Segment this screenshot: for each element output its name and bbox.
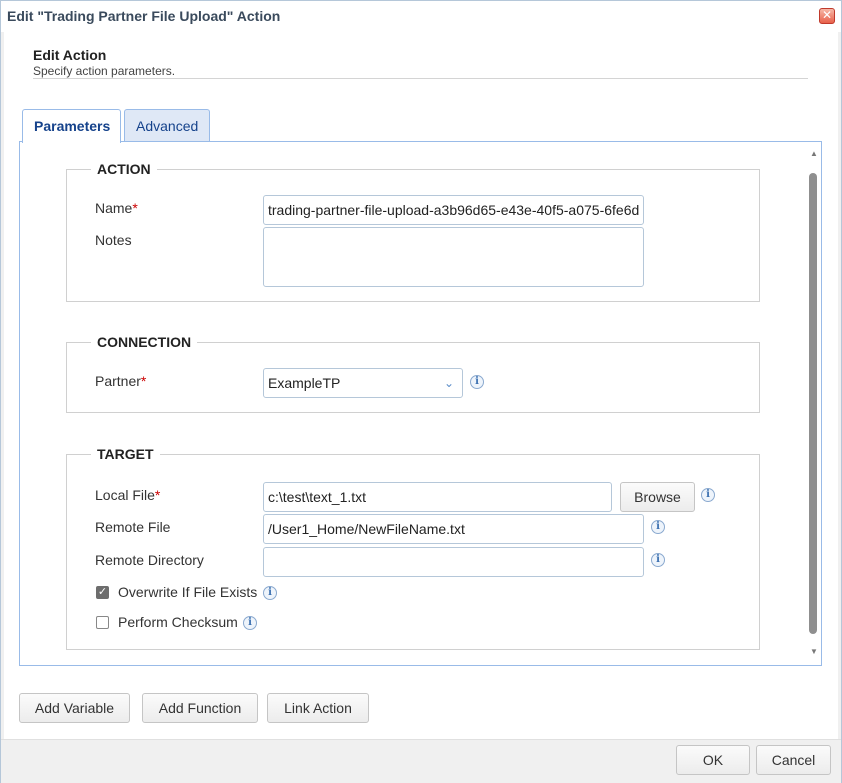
overwrite-checkbox[interactable]: ✓ (96, 586, 109, 599)
remote-file-label: Remote File (95, 519, 171, 535)
edit-action-dialog: Edit "Trading Partner File Upload" Actio… (0, 0, 842, 783)
info-icon[interactable]: i (263, 586, 277, 600)
browse-button[interactable]: Browse (620, 482, 695, 512)
scrollbar-thumb[interactable] (809, 173, 817, 634)
info-icon[interactable]: i (470, 375, 484, 389)
info-icon[interactable]: i (701, 488, 715, 502)
target-section: TARGET Local File* c:\test\text_1.txt Br… (66, 446, 760, 650)
action-section: ACTION Name* trading-partner-file-upload… (66, 161, 760, 302)
partner-label: Partner* (95, 373, 147, 389)
remote-directory-label: Remote Directory (95, 552, 204, 568)
local-file-field[interactable]: c:\test\text_1.txt (263, 482, 612, 512)
header-divider (33, 78, 808, 79)
required-marker: * (140, 373, 147, 389)
overwrite-label: Overwrite If File Exists (118, 584, 258, 600)
checksum-label: Perform Checksum (118, 614, 238, 630)
dialog-footer: OK Cancel (1, 739, 841, 783)
partner-select-value: ExampleTP (268, 375, 341, 391)
dialog-titlebar[interactable]: Edit "Trading Partner File Upload" Actio… (1, 1, 841, 32)
close-icon[interactable]: ✕ (819, 8, 835, 24)
dialog-body: Edit Action Specify action parameters. P… (4, 32, 838, 739)
tab-parameters[interactable]: Parameters (22, 109, 121, 143)
checksum-checkbox[interactable] (96, 616, 109, 629)
notes-label: Notes (95, 232, 132, 248)
add-function-button[interactable]: Add Function (142, 693, 258, 723)
page-subtitle: Specify action parameters. (33, 64, 176, 78)
checkmark-icon: ✓ (97, 586, 108, 598)
vertical-scrollbar[interactable]: ▲ ▼ (807, 142, 821, 665)
name-field[interactable]: trading-partner-file-upload-a3b96d65-e43… (263, 195, 644, 225)
required-marker: * (154, 487, 161, 503)
scroll-down-icon[interactable]: ▼ (807, 645, 821, 659)
required-marker: * (132, 200, 138, 216)
connection-legend: CONNECTION (91, 334, 198, 350)
local-file-label: Local File* (95, 487, 161, 503)
name-label: Name* (95, 200, 138, 216)
partner-select[interactable]: ExampleTP ⌄ (263, 368, 463, 398)
remote-file-field[interactable]: /User1_Home/NewFileName.txt (263, 514, 644, 544)
info-icon[interactable]: i (651, 553, 665, 567)
cancel-button[interactable]: Cancel (756, 745, 831, 775)
info-icon[interactable]: i (651, 520, 665, 534)
info-icon[interactable]: i (243, 616, 257, 630)
add-variable-button[interactable]: Add Variable (19, 693, 130, 723)
ok-button[interactable]: OK (676, 745, 750, 775)
dialog-title: Edit "Trading Partner File Upload" Actio… (7, 8, 281, 24)
connection-section: CONNECTION Partner* ExampleTP ⌄ i (66, 334, 760, 413)
action-legend: ACTION (91, 161, 157, 177)
page-title: Edit Action (33, 47, 107, 63)
tab-advanced[interactable]: Advanced (124, 109, 210, 142)
chevron-down-icon[interactable]: ⌄ (436, 369, 462, 397)
notes-field[interactable] (263, 227, 644, 287)
parameters-panel: ACTION Name* trading-partner-file-upload… (19, 141, 822, 666)
target-legend: TARGET (91, 446, 160, 462)
scroll-up-icon[interactable]: ▲ (807, 147, 821, 161)
link-action-button[interactable]: Link Action (267, 693, 369, 723)
remote-directory-field[interactable] (263, 547, 644, 577)
